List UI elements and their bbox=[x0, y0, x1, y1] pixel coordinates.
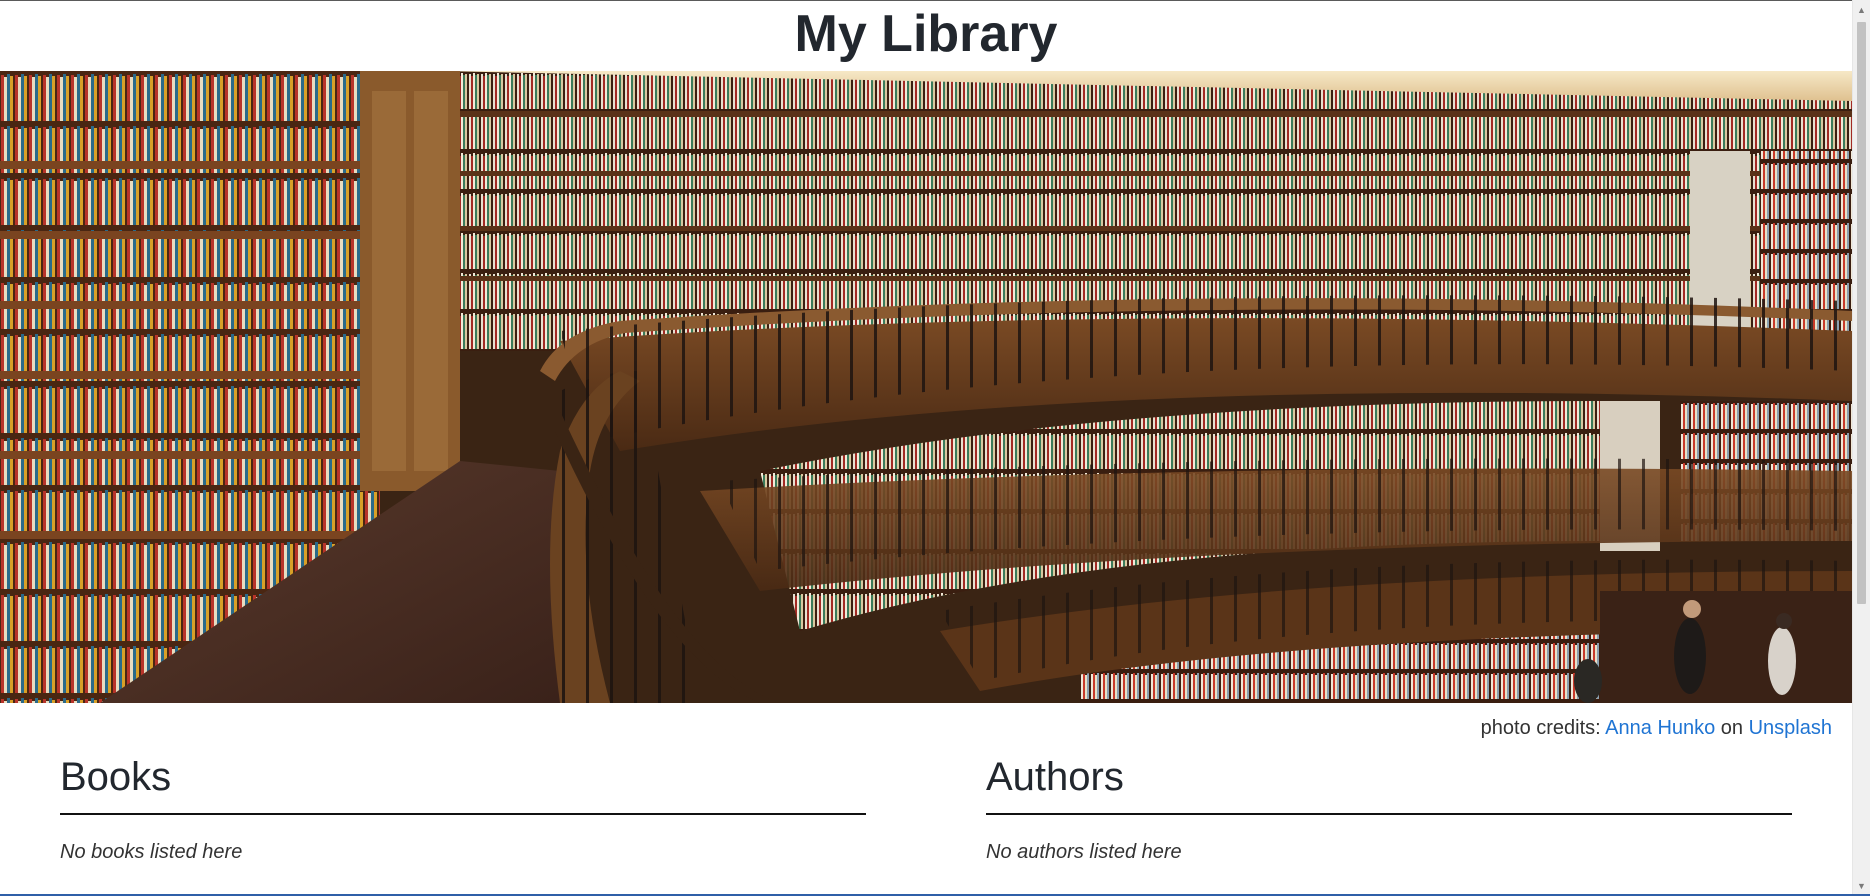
vertical-scrollbar[interactable]: ▲ ▼ bbox=[1852, 0, 1870, 896]
authors-empty-message: No authors listed here bbox=[986, 841, 1182, 863]
page: My Library photo credits: Anna Hunko on … bbox=[0, 0, 1852, 896]
credits-prefix: photo credits: bbox=[1480, 717, 1606, 739]
credits-connector: on bbox=[1715, 717, 1749, 739]
photographer-link[interactable]: Anna Hunko bbox=[1605, 717, 1715, 739]
scroll-thumb[interactable] bbox=[1857, 22, 1866, 604]
scroll-up-icon[interactable]: ▲ bbox=[1853, 2, 1870, 18]
photo-credits: photo credits: Anna Hunko on Unsplash bbox=[1481, 717, 1832, 740]
books-heading: Books bbox=[60, 751, 866, 815]
unsplash-link[interactable]: Unsplash bbox=[1749, 717, 1832, 739]
page-title: My Library bbox=[794, 5, 1058, 63]
hero-image bbox=[0, 71, 1852, 703]
scroll-down-icon[interactable]: ▼ bbox=[1853, 878, 1870, 894]
books-empty-message: No books listed here bbox=[60, 841, 243, 863]
authors-section: Authors No authors listed here bbox=[986, 751, 1792, 864]
books-section: Books No books listed here bbox=[60, 751, 866, 864]
authors-heading: Authors bbox=[986, 751, 1792, 815]
